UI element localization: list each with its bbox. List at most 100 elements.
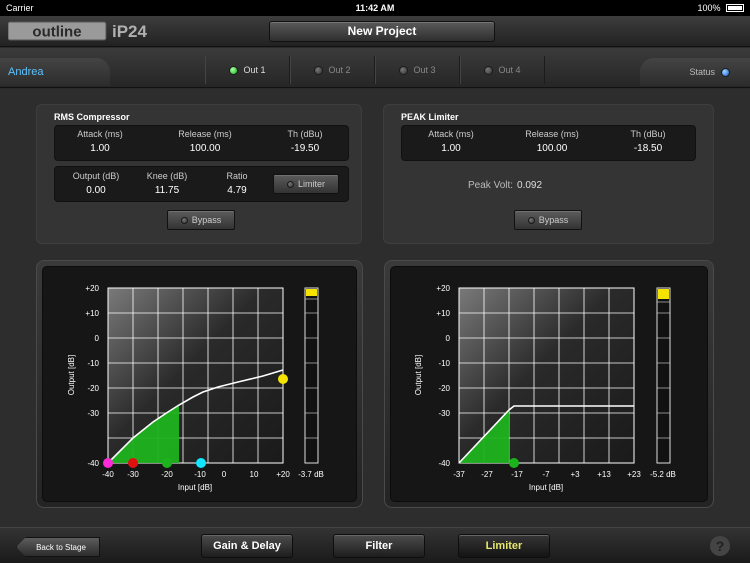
handle-point[interactable] — [278, 374, 288, 384]
release-label: Release (ms) — [178, 129, 232, 139]
xtick: +13 — [597, 470, 611, 479]
ytick: -30 — [438, 409, 450, 418]
xtick: +3 — [570, 470, 580, 479]
threshold-param[interactable]: Th (dBu) -18.50 — [618, 129, 678, 154]
handle-point[interactable] — [196, 458, 206, 468]
rms-gain-box: Output (dB) 0.00 Knee (dB) 11.75 Ratio 4… — [54, 166, 349, 202]
rms-bypass-button[interactable]: Bypass — [167, 210, 235, 230]
svg-text:iP24: iP24 — [112, 22, 148, 41]
level-meter — [304, 287, 319, 464]
xtick: +20 — [276, 470, 290, 479]
y-axis-label: Output [dB] — [414, 355, 423, 395]
tab-label: Out 3 — [413, 65, 436, 75]
tab-out-1[interactable]: Out 1 — [205, 56, 290, 84]
release-param[interactable]: Release (ms) 100.00 — [165, 129, 245, 154]
meter-value: -5.2 dB — [650, 470, 676, 479]
user-name[interactable]: Andrea — [0, 58, 110, 86]
ytick: +10 — [85, 309, 99, 318]
tab-out-4[interactable]: Out 4 — [460, 56, 545, 84]
bypass-led-icon — [527, 216, 535, 224]
release-label: Release (ms) — [525, 129, 579, 139]
limiter-curve-svg[interactable]: +20 +10 0 -10 -20 -30 -40 -37 -27 -17 -7… — [391, 267, 709, 503]
peak-volt-label: Peak Volt: — [468, 180, 514, 191]
attack-value: 1.00 — [441, 143, 461, 154]
attack-value: 1.00 — [90, 143, 110, 154]
ratio-value: 4.79 — [227, 185, 247, 196]
ytick: -40 — [87, 459, 99, 468]
ios-status-bar: Carrier 11:42 AM 100% — [0, 0, 750, 16]
output-tabs: Out 1 Out 2 Out 3 Out 4 — [205, 56, 545, 84]
ratio-param[interactable]: Ratio 4.79 — [205, 171, 269, 196]
status-led-icon — [721, 67, 730, 77]
inactive-led-icon — [484, 65, 494, 75]
output-label: Output (dB) — [72, 171, 120, 181]
project-title[interactable]: New Project — [269, 21, 495, 42]
compressor-curve-svg[interactable]: +20 +10 0 -10 -20 -30 -40 -40 -30 -20 -1… — [43, 267, 358, 503]
bottom-nav-bar: Back to Stage Gain & Delay Filter Limite… — [0, 527, 750, 563]
inactive-led-icon — [399, 65, 409, 75]
tab-label: Out 2 — [328, 65, 351, 75]
xtick: -30 — [127, 470, 139, 479]
xtick: 0 — [222, 470, 227, 479]
handle-point[interactable] — [128, 458, 138, 468]
knee-value: 11.75 — [154, 185, 180, 196]
limiter-curve-graph: +20 +10 0 -10 -20 -30 -40 -37 -27 -17 -7… — [384, 260, 714, 508]
peak-bypass-button[interactable]: Bypass — [514, 210, 582, 230]
graph-area: +20 +10 0 -10 -20 -30 -40 -37 -27 -17 -7… — [390, 266, 708, 502]
knee-param[interactable]: Knee (dB) 11.75 — [135, 171, 199, 196]
panel-title: PEAK Limiter — [401, 112, 459, 122]
tab-label: Out 4 — [498, 65, 521, 75]
release-param[interactable]: Release (ms) 100.00 — [512, 129, 592, 154]
limiter-button[interactable]: Limiter — [458, 534, 550, 558]
knee-label: Knee (dB) — [146, 171, 188, 181]
tab-out-2[interactable]: Out 2 — [290, 56, 375, 84]
ytick: +20 — [85, 284, 99, 293]
threshold-value: -19.50 — [290, 143, 320, 154]
battery-indicator: 100% — [697, 3, 744, 13]
inactive-led-icon — [314, 65, 324, 75]
xtick: +23 — [627, 470, 641, 479]
xtick: -40 — [102, 470, 114, 479]
x-axis-label: Input [dB] — [178, 483, 212, 492]
handle-point[interactable] — [103, 458, 113, 468]
help-icon[interactable]: ? — [710, 536, 730, 556]
xtick: -10 — [194, 470, 206, 479]
output-param[interactable]: Output (dB) 0.00 — [61, 171, 131, 196]
threshold-param[interactable]: Th (dBu) -19.50 — [275, 129, 335, 154]
output-value: 0.00 — [86, 185, 106, 196]
gain-delay-button[interactable]: Gain & Delay — [201, 534, 293, 558]
handle-point[interactable] — [509, 458, 519, 468]
ytick: -20 — [438, 384, 450, 393]
xtick: -37 — [453, 470, 465, 479]
attack-param[interactable]: Attack (ms) 1.00 — [65, 129, 135, 154]
attack-param[interactable]: Attack (ms) 1.00 — [416, 129, 486, 154]
xtick: -17 — [511, 470, 523, 479]
back-to-stage-button[interactable]: Back to Stage — [16, 537, 100, 557]
app-logo: outline iP24 — [8, 21, 148, 41]
svg-text:outline: outline — [32, 24, 81, 41]
threshold-label: Th (dBu) — [630, 129, 666, 139]
y-axis-label: Output [dB] — [67, 355, 76, 395]
attack-label: Attack (ms) — [428, 129, 474, 139]
xtick: -20 — [161, 470, 173, 479]
rms-compressor-panel: RMS Compressor Attack (ms) 1.00 Release … — [36, 104, 362, 244]
peak-timing-box: Attack (ms) 1.00 Release (ms) 100.00 Th … — [401, 125, 696, 161]
rms-timing-box: Attack (ms) 1.00 Release (ms) 100.00 Th … — [54, 125, 349, 161]
threshold-label: Th (dBu) — [287, 129, 323, 139]
threshold-value: -18.50 — [633, 143, 663, 154]
tab-out-3[interactable]: Out 3 — [375, 56, 460, 84]
button-label: Bypass — [538, 215, 569, 225]
bypass-led-icon — [180, 216, 188, 224]
peak-limiter-panel: PEAK Limiter Attack (ms) 1.00 Release (m… — [383, 104, 714, 244]
limiter-toggle-button[interactable]: Limiter — [273, 174, 339, 194]
status-indicator[interactable]: Status — [640, 58, 750, 86]
handle-point[interactable] — [162, 458, 172, 468]
peak-volt-value: 0.092 — [517, 180, 543, 191]
filter-button[interactable]: Filter — [333, 534, 425, 558]
xtick: -7 — [542, 470, 550, 479]
compressor-curve-graph: +20 +10 0 -10 -20 -30 -40 -40 -30 -20 -1… — [36, 260, 363, 508]
tab-label: Out 1 — [243, 65, 266, 75]
attack-label: Attack (ms) — [77, 129, 123, 139]
ytick: 0 — [446, 334, 451, 343]
ytick: -40 — [438, 459, 450, 468]
